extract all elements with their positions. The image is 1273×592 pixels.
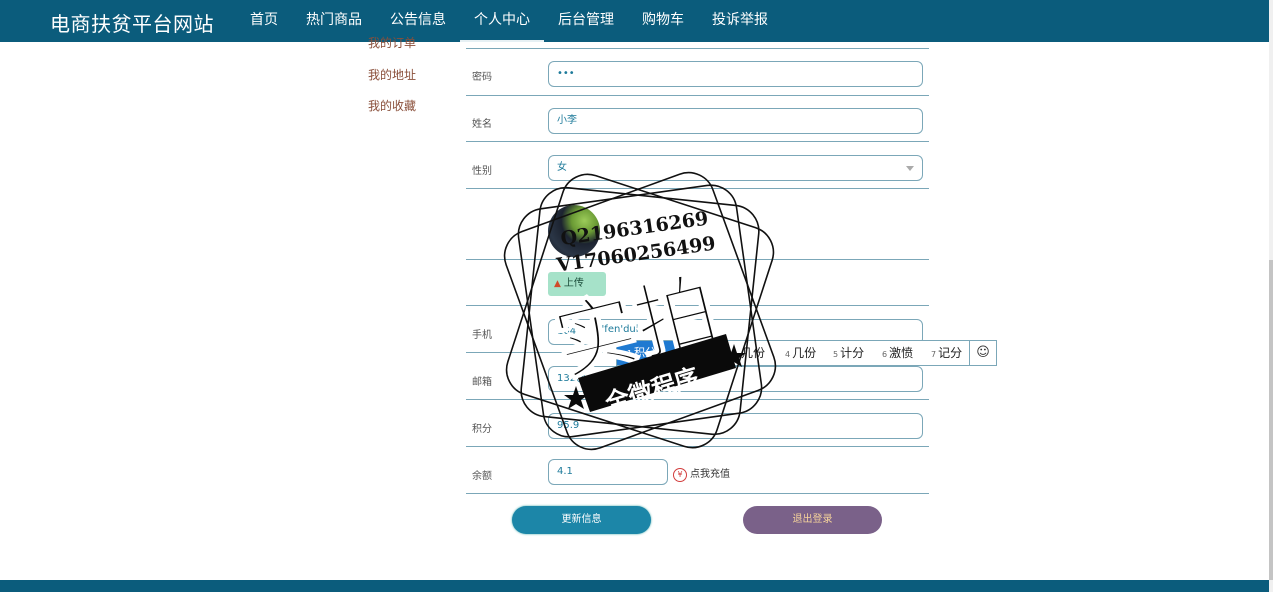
page-scrollbar[interactable] xyxy=(1269,0,1273,592)
form-divider xyxy=(466,48,929,49)
password-field[interactable]: ••• xyxy=(548,61,923,87)
form-divider xyxy=(466,493,929,494)
form-divider xyxy=(466,259,929,260)
form-divider xyxy=(466,305,929,306)
ime-candidate-7[interactable]: 7 记分 xyxy=(931,341,962,365)
form-divider xyxy=(466,95,929,96)
form-divider xyxy=(466,141,929,142)
ime-candidate-1[interactable]: 1 积分兑 xyxy=(617,341,677,365)
avatar xyxy=(548,205,600,257)
ime-candidate-bar: 1 积分兑 几份 4 几份 5 计分 6 激愤 7 记分 ☺ xyxy=(616,340,997,366)
scrollbar-thumb[interactable] xyxy=(1269,260,1273,580)
update-info-button[interactable]: 更新信息 xyxy=(512,506,651,534)
upload-button[interactable]: ▲ 上传 xyxy=(548,272,606,296)
points-field[interactable]: 95.9 xyxy=(548,413,923,439)
sidebar-item-favorites[interactable]: 我的收藏 xyxy=(368,97,416,114)
ime-candidate-4[interactable]: 4 几份 xyxy=(785,341,816,365)
gender-value: 女 xyxy=(557,162,567,173)
page-footer xyxy=(0,580,1269,592)
recharge-label: 点我充值 xyxy=(690,469,730,480)
upload-label: 上传 xyxy=(563,278,584,289)
upload-icon: ▲ xyxy=(554,279,561,289)
sidebar-item-orders[interactable]: 我的订单 xyxy=(368,34,416,51)
name-label: 姓名 xyxy=(472,119,492,130)
ime-candidate-hidden[interactable]: 几份 xyxy=(741,341,765,365)
nav-home[interactable]: 首页 xyxy=(236,0,292,42)
form-divider xyxy=(466,399,929,400)
sidebar-item-address[interactable]: 我的地址 xyxy=(368,66,416,83)
chevron-down-icon xyxy=(906,166,914,171)
form-divider xyxy=(466,188,929,189)
form-divider xyxy=(466,446,929,447)
ime-composition-text: ji'fen'dui xyxy=(596,324,639,335)
gender-label: 性别 xyxy=(472,166,492,177)
gender-select[interactable]: 女 xyxy=(548,155,923,181)
nav-complaints[interactable]: 投诉举报 xyxy=(698,0,782,42)
smile-icon[interactable]: ☺ xyxy=(969,341,996,365)
top-navbar: 电商扶贫平台网站 首页 热门商品 公告信息 个人中心 后台管理 购物车 投诉举报 xyxy=(0,0,1269,42)
password-label: 密码 xyxy=(472,72,492,83)
nav-hot-goods[interactable]: 热门商品 xyxy=(292,0,376,42)
balance-label: 余额 xyxy=(472,471,492,482)
nav-admin[interactable]: 后台管理 xyxy=(544,0,628,42)
ime-candidate-6[interactable]: 6 激愤 xyxy=(882,341,913,365)
ime-candidate-5[interactable]: 5 计分 xyxy=(833,341,864,365)
yen-icon: ¥ xyxy=(673,468,687,482)
balance-field[interactable]: 4.1 xyxy=(548,459,668,485)
nav-cart[interactable]: 购物车 xyxy=(628,0,698,42)
site-brand[interactable]: 电商扶贫平台网站 xyxy=(50,8,214,37)
nav-personal-center[interactable]: 个人中心 xyxy=(460,0,544,42)
logout-button[interactable]: 退出登录 xyxy=(743,506,882,534)
email-label: 邮箱 xyxy=(472,377,492,388)
points-label: 积分 xyxy=(472,424,492,435)
recharge-link[interactable]: ¥ 点我充值 xyxy=(673,465,730,482)
main-nav: 首页 热门商品 公告信息 个人中心 后台管理 购物车 投诉举报 xyxy=(236,0,782,42)
email-field[interactable]: 132@ xyxy=(548,366,923,392)
phone-label: 手机 xyxy=(472,330,492,341)
name-field[interactable]: 小李 xyxy=(548,108,923,134)
